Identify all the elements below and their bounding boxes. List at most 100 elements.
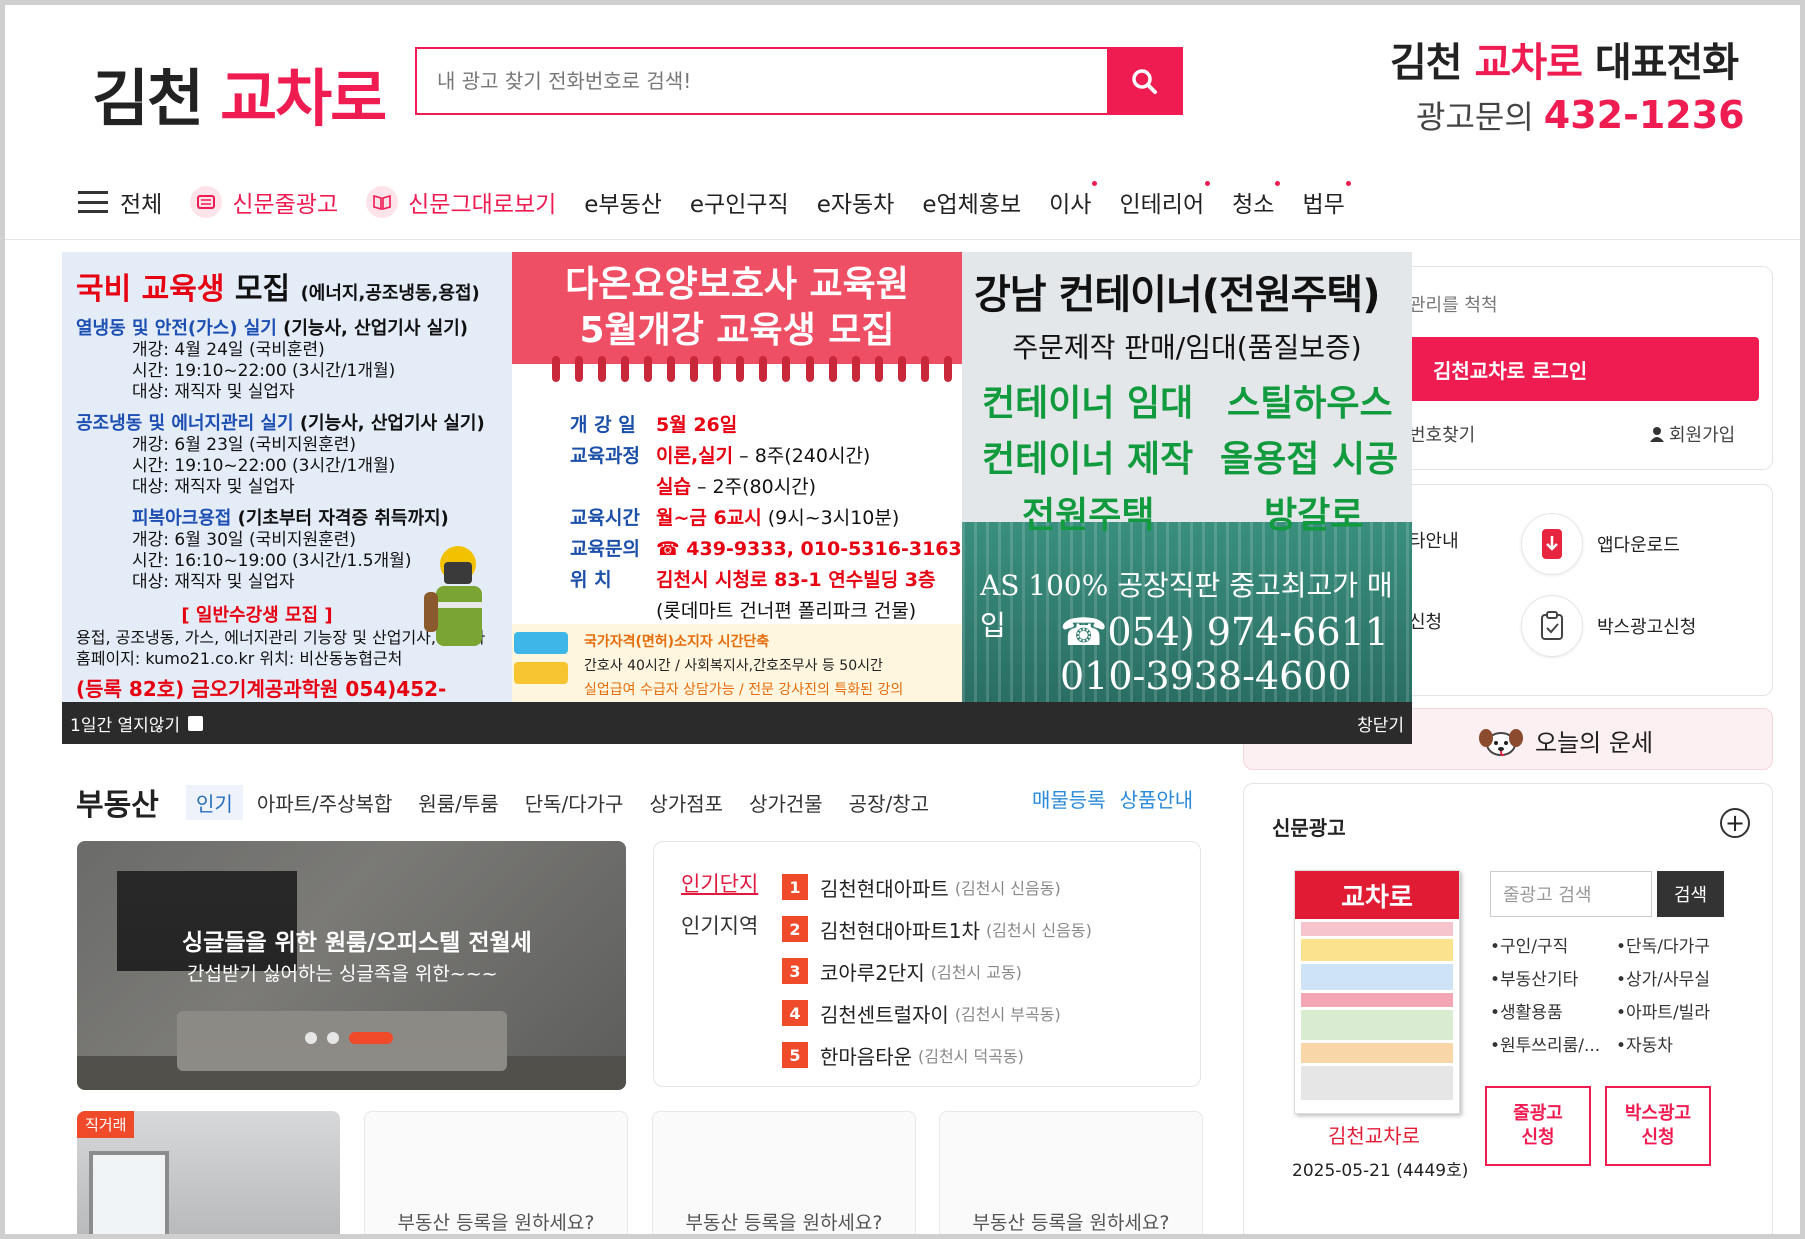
tab-popular-complex[interactable]: 인기단지 <box>681 868 758 898</box>
line-ad-search-button[interactable]: 검색 <box>1657 871 1724 917</box>
nav-label: 법무 <box>1302 192 1345 218</box>
service-label: 타안내 <box>1409 531 1459 552</box>
banner1-course3: 피복아크용접 (기초부터 자격증 취득까지) <box>132 508 449 529</box>
banner3-subtitle: 주문제작 판매/임대(품질보증) <box>1012 331 1362 364</box>
dog-icon <box>1479 728 1523 756</box>
category-link[interactable]: •아파트/빌라 <box>1616 998 1742 1023</box>
ranking-item[interactable]: 5 한마음타운 (김천시 덕곡동) <box>782 1034 1092 1076</box>
line-ad-apply-button[interactable]: 줄광고 신청 <box>1485 1086 1591 1166</box>
phone-suffix: 대표전화 <box>1594 40 1739 86</box>
empty-listing-card[interactable]: 부동산 등록을 원하세요? <box>939 1111 1203 1239</box>
nav-item-realestate[interactable]: e부동산 <box>584 185 662 219</box>
rank-number: 3 <box>782 958 808 984</box>
slide-dot-active[interactable] <box>349 1032 393 1044</box>
plus-circle-icon[interactable]: + <box>1720 808 1750 838</box>
phone-number[interactable]: 432-1236 <box>1544 93 1745 137</box>
service-box-ad-apply[interactable]: 박스광고신청 <box>1521 595 1696 657</box>
nav-item-business[interactable]: e업체홍보 <box>922 185 1021 219</box>
no-show-today-toggle[interactable]: 1일간 열지않기 <box>70 711 204 736</box>
category-link[interactable]: •상가/사무실 <box>1616 965 1742 990</box>
rank-number: 5 <box>782 1042 808 1068</box>
no-show-today-checkbox[interactable] <box>188 715 204 731</box>
paper-block <box>1301 1010 1453 1040</box>
tab-house[interactable]: 단독/다가구 <box>525 788 624 817</box>
listing-register-link[interactable]: 매물등록 <box>1032 784 1106 813</box>
tab-oneroom[interactable]: 원룸/투룸 <box>418 788 498 817</box>
paper-name[interactable]: 김천교차로 <box>1328 1120 1420 1149</box>
banner1-line: 시간: 19:10~22:00 (3시간/1개월) <box>132 361 396 381</box>
banner1-line: 개강: 4월 24일 (국비훈련) <box>132 340 325 360</box>
banner1-course2: 공조냉동 및 에너지관리 실기 (기능사, 산업기사 실기) <box>76 413 485 434</box>
banner2-footer-line: 실업급여 수급자 상담가능 / 전문 강사진의 특화된 강의 <box>584 682 904 698</box>
site-logo[interactable]: 김천 교차로 <box>92 48 387 138</box>
ranking-item[interactable]: 2 김천현대아파트1차 (김천시 신음동) <box>782 908 1092 950</box>
nav-item-paper-view[interactable]: 신문그대로보기 <box>366 185 556 219</box>
line-ad-search-input[interactable]: 줄광고 검색 <box>1490 871 1652 917</box>
realestate-hero-slide[interactable]: 싱글들을 위한 원룸/오피스텔 전월세 간섭받기 싫어하는 싱글족을 위한~~~ <box>77 841 626 1090</box>
hero-subtitle: 간섭받기 싫어하는 싱글족을 위한~~~ <box>187 963 498 985</box>
newspaper-ad-title: 신문광고 <box>1272 816 1346 840</box>
nav-item-legal[interactable]: 법무 <box>1302 181 1352 219</box>
hero-title: 싱글들을 위한 원룸/오피스텔 전월세 <box>182 930 532 956</box>
search-input[interactable] <box>417 49 1107 113</box>
popup-close-button[interactable]: 창닫기 <box>1357 711 1404 736</box>
category-link[interactable]: •구인/구직 <box>1490 932 1616 957</box>
tab-popular[interactable]: 인기 <box>186 785 243 820</box>
paper-block <box>1301 922 1453 936</box>
nav-item-cars[interactable]: e자동차 <box>817 185 895 219</box>
login-button[interactable]: 김천교차로 로그인 <box>1409 337 1759 401</box>
join-link[interactable]: 회원가입 <box>1649 421 1735 447</box>
rank-name: 김천센트럴자이 <box>820 1002 949 1027</box>
empty-listing-card[interactable]: 부동산 등록을 원하세요? <box>364 1111 628 1239</box>
rank-name: 김천현대아파트1차 <box>820 918 980 943</box>
category-link[interactable]: •자동차 <box>1616 1031 1742 1056</box>
service-app-download[interactable]: 앱다운로드 <box>1521 513 1680 575</box>
box-ad-apply-button[interactable]: 박스광고 신청 <box>1605 1086 1711 1166</box>
rank-number: 1 <box>782 874 808 900</box>
nav-item-moving[interactable]: 이사 <box>1049 181 1098 219</box>
listing-photo-card[interactable]: 직거래 <box>77 1111 340 1239</box>
line-ad-categories: •구인/구직 •단독/다가구 •부동산기타 •상가/사무실 •생활용품 •아파트… <box>1490 932 1742 1056</box>
category-link[interactable]: •부동산기타 <box>1490 965 1616 990</box>
empty-listing-card[interactable]: 부동산 등록을 원하세요? <box>652 1111 916 1239</box>
slide-dot[interactable] <box>327 1032 339 1044</box>
tab-store[interactable]: 상가점포 <box>649 788 723 817</box>
realestate-links: 매물등록 상품안내 <box>1032 784 1193 813</box>
fortune-link: 오늘의 운세 <box>1477 723 1653 758</box>
find-id-link[interactable]: 번호찾기 <box>1409 421 1475 447</box>
nav-label: e부동산 <box>584 192 662 218</box>
banner-gangnam-container[interactable]: 강남 컨테이너(전원주택) 주문제작 판매/임대(품질보증) 컨테이너 임대 스… <box>962 252 1412 702</box>
nav-item-cleaning[interactable]: 청소 <box>1232 181 1281 219</box>
phone-download-icon <box>1521 513 1583 575</box>
nav-item-interior[interactable]: 인테리어 <box>1119 181 1210 219</box>
category-link[interactable]: •원투쓰리룸/... <box>1490 1031 1616 1056</box>
tab-apartment[interactable]: 아파트/주상복합 <box>257 788 393 817</box>
ranking-item[interactable]: 3 코아루2단지 (김천시 교동) <box>782 950 1092 992</box>
rank-number: 4 <box>782 1000 808 1026</box>
nav-item-jobs[interactable]: e구인구직 <box>690 185 789 219</box>
ranking-item[interactable]: 4 김천센트럴자이 (김천시 부곡동) <box>782 992 1092 1034</box>
newspaper-thumbnail[interactable]: 교차로 <box>1294 870 1460 1114</box>
service-guide[interactable]: 타안내 <box>1409 527 1459 553</box>
phone-headline: 김천 교차로 대표전화 <box>1390 30 1745 88</box>
banner-daon-care[interactable]: 다온요양보호사 교육원 5월개강 교육생 모집 개 강 일 5월 26일 교육과정 이… <box>512 252 962 702</box>
nav-all-menu[interactable]: 전체 <box>78 185 162 219</box>
phone-prefix: 김천 <box>1390 40 1463 86</box>
tab-popular-area[interactable]: 인기지역 <box>681 910 758 940</box>
search-button[interactable] <box>1107 49 1181 113</box>
banner-kumo-academy[interactable]: 국비 교육생 모집 (에너지,공조냉동,용접) 열냉동 및 안전(가스) 실기 … <box>62 252 512 702</box>
banner1-line: 대상: 재직자 및 실업자 <box>132 477 295 497</box>
tab-commercial-building[interactable]: 상가건물 <box>749 788 823 817</box>
slide-dot[interactable] <box>305 1032 317 1044</box>
nav-item-line-ads[interactable]: 신문줄광고 <box>190 185 338 219</box>
banner2-color-tags <box>512 632 568 694</box>
banner1-course1: 열냉동 및 안전(가스) 실기 (기능사, 산업기사 실기) <box>76 318 469 339</box>
product-info-link[interactable]: 상품안내 <box>1120 784 1194 813</box>
service-apply[interactable]: 신청 <box>1409 608 1442 634</box>
category-link[interactable]: •생활용품 <box>1490 998 1616 1023</box>
ranking-item[interactable]: 1 김천현대아파트 (김천시 신음동) <box>782 866 1092 908</box>
category-link[interactable]: •단독/다가구 <box>1616 932 1742 957</box>
banner3-title: 강남 컨테이너(전원주택) <box>974 272 1381 318</box>
logo-text-brand: 교차로 <box>220 62 387 135</box>
tab-factory[interactable]: 공장/창고 <box>849 788 929 817</box>
